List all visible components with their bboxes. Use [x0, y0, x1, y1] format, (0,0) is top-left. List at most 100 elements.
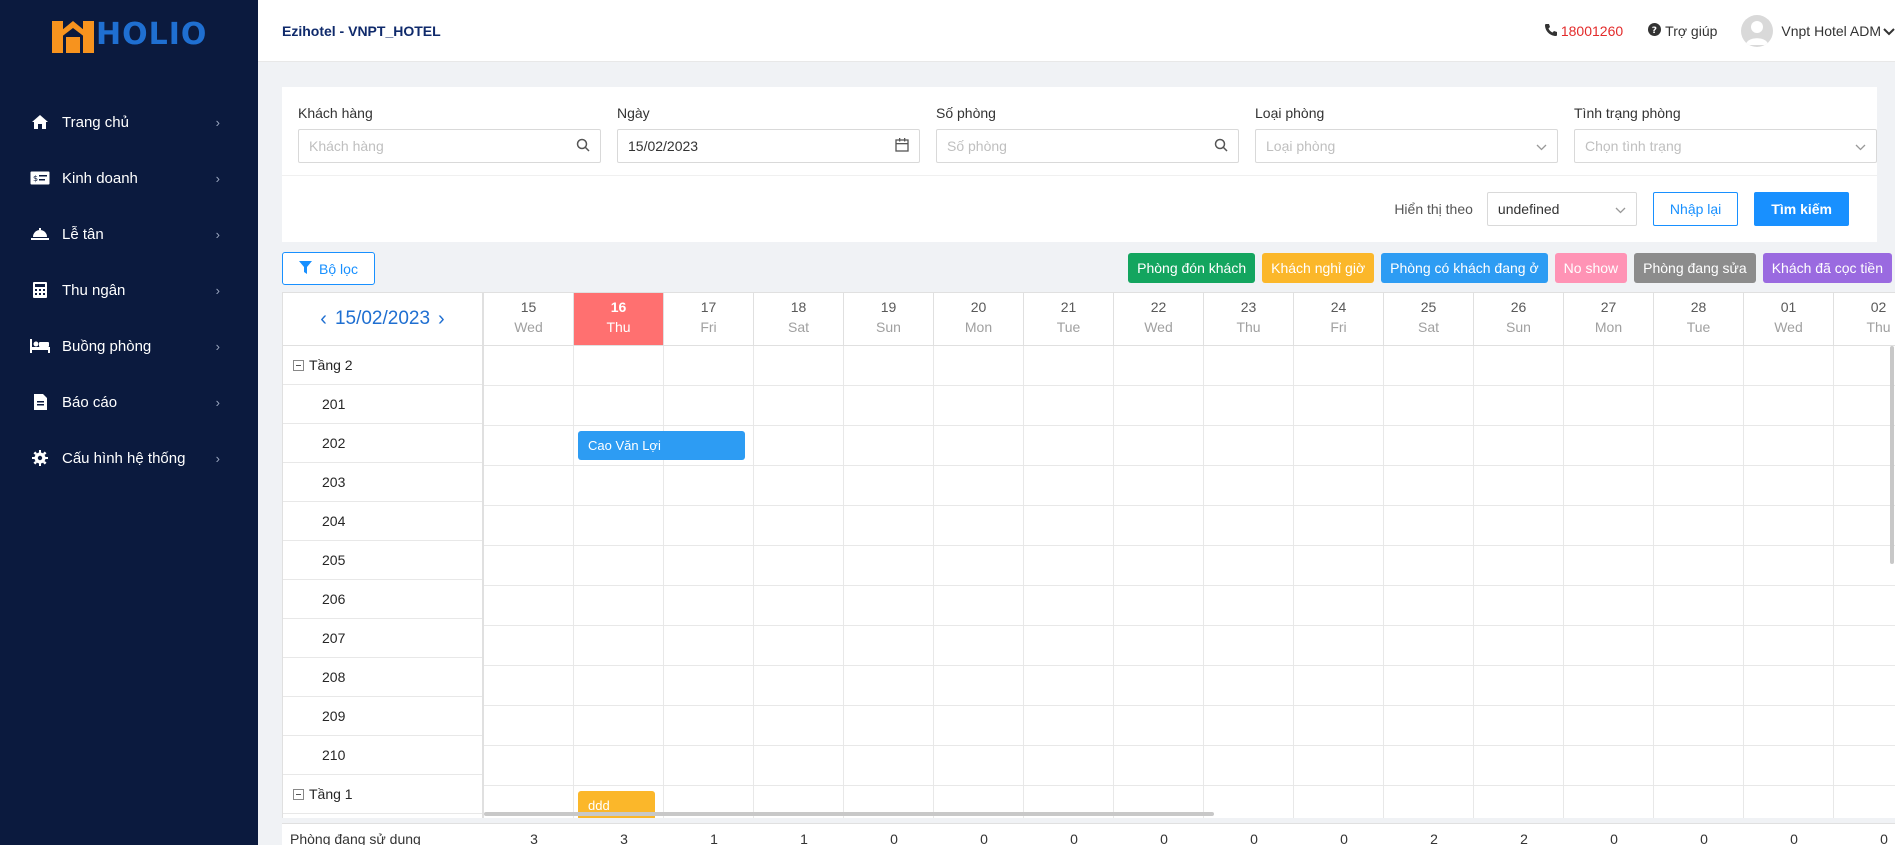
hotel-brand[interactable]: Ezihotel - VNPT_HOTEL: [282, 23, 441, 39]
svg-text:$: $: [33, 174, 38, 183]
grid-column-line: [1833, 346, 1834, 818]
room-row: 208: [283, 658, 482, 697]
logo-text: HOLIO: [96, 16, 208, 52]
legend-chip[interactable]: Phòng đón khách: [1128, 253, 1256, 283]
day-header: 21 Tue: [1024, 293, 1114, 346]
room-row: 203: [283, 463, 482, 502]
display-mode-select[interactable]: undefined: [1486, 192, 1637, 226]
day-header: 19 Sun: [844, 293, 934, 346]
day-number: 28: [1690, 299, 1707, 315]
customer-filter: Khách hàng Khách hàng: [298, 105, 601, 163]
room-row: 204: [283, 502, 482, 541]
calendar-icon: [895, 137, 909, 155]
sidebar-item-label: Buồng phòng: [62, 337, 152, 355]
day-header: 22 Wed: [1114, 293, 1204, 346]
room-status-select[interactable]: Chọn tình trạng: [1574, 129, 1877, 163]
logo[interactable]: HOLIO: [0, 0, 258, 68]
occupancy-count: 0: [980, 831, 988, 845]
legend-chip[interactable]: Phòng đang sửa: [1634, 253, 1756, 283]
occupancy-count: 0: [1070, 831, 1078, 845]
date-picker-input[interactable]: 15/02/2023: [617, 129, 920, 163]
chevron-down-icon: [1855, 138, 1866, 154]
floor-label: Tầng 1: [309, 786, 353, 802]
occupancy-count: 0: [1790, 831, 1798, 845]
customer-input[interactable]: Khách hàng: [298, 129, 601, 163]
room-type-placeholder: Loại phòng: [1266, 138, 1336, 154]
date-filter: Ngày 15/02/2023: [617, 105, 920, 163]
hotline-link[interactable]: 18001260: [1544, 23, 1623, 39]
vertical-scrollbar[interactable]: [1890, 346, 1894, 564]
occupancy-count: 1: [710, 831, 718, 845]
floor-group-row[interactable]: Tầng 1: [283, 775, 482, 814]
sidebar-nav: Trang chủ › $ Kinh doanh › Lễ tân › Thu …: [0, 94, 258, 486]
help-label: Trợ giúp: [1665, 23, 1718, 39]
day-number: 24: [1330, 299, 1347, 315]
occupancy-count: 0: [1340, 831, 1348, 845]
room-status-filter: Tình trạng phòng Chọn tình trạng: [1574, 105, 1877, 163]
search-button[interactable]: Tìm kiếm: [1754, 192, 1849, 226]
grid-column-line: [1203, 346, 1204, 818]
grid-column-line: [1653, 346, 1654, 818]
sidebar-item-business[interactable]: $ Kinh doanh ›: [0, 150, 258, 206]
sidebar-item-cashier[interactable]: Thu ngân ›: [0, 262, 258, 318]
sidebar-item-home[interactable]: Trang chủ ›: [0, 94, 258, 150]
sidebar-item-settings[interactable]: Cấu hình hệ thống ›: [0, 430, 258, 486]
logo-mark-icon: [52, 15, 94, 53]
prev-date-icon[interactable]: ‹: [320, 308, 327, 331]
sidebar-item-reception[interactable]: Lễ tân ›: [0, 206, 258, 262]
sidebar: HOLIO Trang chủ › $ Kinh doanh › Lễ tân …: [0, 0, 258, 845]
grid-row-line: [484, 545, 1895, 546]
room-status-placeholder: Chọn tình trạng: [1585, 138, 1682, 154]
room-number: 202: [322, 435, 346, 451]
room-number: 204: [322, 513, 346, 529]
legend-chip[interactable]: Khách nghỉ giờ: [1262, 253, 1375, 283]
day-number: 20: [970, 299, 987, 315]
floor-group-row[interactable]: Tầng 2: [283, 346, 482, 385]
horizontal-scrollbar[interactable]: [484, 812, 1214, 816]
room-number-placeholder: Số phòng: [947, 138, 1007, 154]
collapse-icon[interactable]: [293, 359, 304, 371]
room-booking-calendar: ‹ 15/02/2023 › Tầng 2 201 202 203 204 205 206 2…: [282, 292, 1895, 818]
grid-column-line: [1113, 346, 1114, 818]
display-mode-value: undefined: [1497, 201, 1560, 217]
day-number: 15: [520, 299, 537, 315]
day-of-week: Sun: [1506, 319, 1531, 335]
sidebar-item-reports[interactable]: Báo cáo ›: [0, 374, 258, 430]
user-name: Vnpt Hotel ADM: [1781, 23, 1881, 39]
user-menu[interactable]: Vnpt Hotel ADM: [1741, 15, 1895, 47]
legend-chip[interactable]: Phòng có khách đang ở: [1381, 253, 1548, 283]
collapse-icon[interactable]: [293, 788, 304, 800]
day-header: 18 Sat: [754, 293, 844, 346]
sidebar-item-housekeeping[interactable]: Buồng phòng ›: [0, 318, 258, 374]
booking-block[interactable]: Cao Văn Lợi: [578, 431, 745, 460]
occupancy-count: 1: [800, 831, 808, 845]
filter-button[interactable]: Bộ lọc: [282, 252, 375, 285]
filter-icon: [299, 260, 313, 277]
next-date-icon[interactable]: ›: [438, 308, 445, 331]
day-number: 18: [790, 299, 807, 315]
question-circle-icon: ?: [1648, 23, 1662, 39]
room-number-input[interactable]: Số phòng: [936, 129, 1239, 163]
day-number: 26: [1510, 299, 1527, 315]
date-navigator: ‹ 15/02/2023 ›: [283, 293, 482, 346]
help-link[interactable]: ? Trợ giúp: [1648, 23, 1717, 39]
sidebar-item-label: Báo cáo: [62, 393, 118, 411]
sidebar-item-label: Cấu hình hệ thống: [62, 449, 186, 467]
current-date[interactable]: 15/02/2023: [335, 308, 430, 330]
sidebar-item-label: Trang chủ: [62, 113, 129, 131]
occupancy-count: 0: [1160, 831, 1168, 845]
search-icon: [1214, 138, 1228, 155]
grid-column-line: [1563, 346, 1564, 818]
day-of-week: Fri: [700, 319, 717, 335]
day-header: 16 Thu: [574, 293, 664, 346]
day-of-week: Wed: [1774, 319, 1803, 335]
legend-chip[interactable]: No show: [1554, 253, 1628, 283]
room-type-select[interactable]: Loại phòng: [1255, 129, 1558, 163]
svg-text:?: ?: [1652, 26, 1657, 36]
ticket-icon: $: [30, 169, 50, 187]
room-row: 206: [283, 580, 482, 619]
occupancy-count: 0: [1250, 831, 1258, 845]
sidebar-item-label: Kinh doanh: [62, 169, 138, 187]
legend-chip[interactable]: Khách đã cọc tiền: [1762, 253, 1892, 283]
reset-button[interactable]: Nhập lại: [1652, 192, 1739, 226]
